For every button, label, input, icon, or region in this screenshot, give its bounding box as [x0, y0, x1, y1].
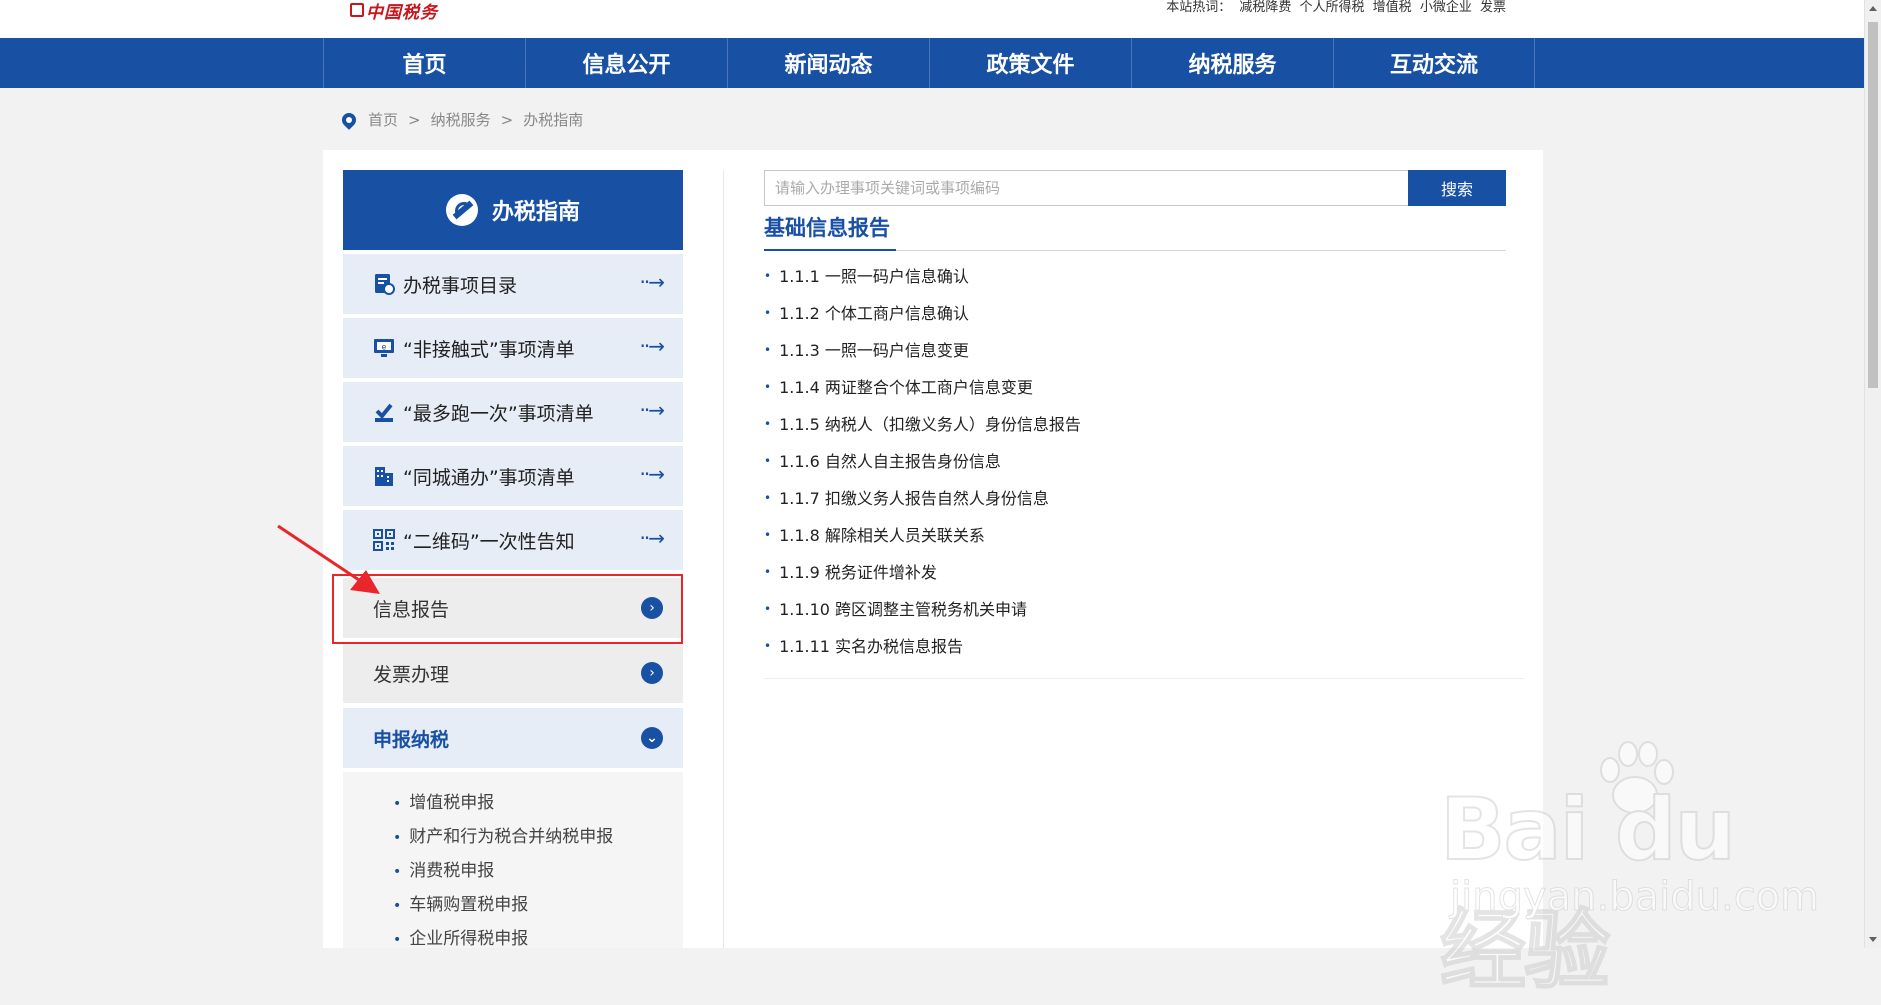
check-stamp-icon	[375, 403, 393, 422]
list-item[interactable]: 1.1.9 税务证件增补发	[764, 559, 937, 583]
content-bottom-divider	[764, 678, 1524, 679]
arrow-right-icon: ··→	[639, 526, 666, 550]
nav-item-info-disclosure[interactable]: 信息公开	[525, 38, 727, 88]
list-item[interactable]: 1.1.4 两证整合个体工商户信息变更	[764, 374, 1033, 398]
list-item[interactable]: 1.1.10 跨区调整主管税务机关申请	[764, 596, 1027, 620]
sub-item-property-tax[interactable]: 财产和行为税合并纳税申报	[393, 822, 613, 847]
list-item[interactable]: 1.1.3 一照一码户信息变更	[764, 337, 969, 361]
section-title: 基础信息报告	[764, 216, 890, 240]
list-item[interactable]: 1.1.8 解除相关人员关联关系	[764, 522, 985, 546]
sidebar-item-label: 办税事项目录	[403, 274, 518, 297]
sidebar-item-label: “非接触式”事项清单	[403, 338, 575, 361]
sidebar-category-tax-filing[interactable]: 申报纳税 ⌄	[343, 708, 683, 768]
scroll-down-icon[interactable]	[1869, 937, 1877, 942]
nav-item-home[interactable]: 首页	[323, 38, 525, 88]
sidebar-item-run-once[interactable]: “最多跑一次”事项清单 ··→	[343, 382, 683, 442]
breadcrumb: 首页 > 纳税服务 > 办税指南	[339, 109, 584, 130]
sidebar-item-label: “最多跑一次”事项清单	[403, 402, 594, 425]
hot-word[interactable]: 个人所得税	[1300, 0, 1365, 15]
main-nav: 首页 信息公开 新闻动态 政策文件 纳税服务 互动交流	[0, 38, 1864, 88]
sub-item-vehicle-tax[interactable]: 车辆购置税申报	[393, 890, 528, 915]
search-button[interactable]: 搜索	[1408, 170, 1506, 206]
sidebar-item-label: “同城通办”事项清单	[403, 466, 575, 489]
sidebar-title-text: 办税指南	[491, 200, 580, 225]
search-input[interactable]	[764, 170, 1409, 206]
arrow-right-icon: ··→	[639, 270, 666, 294]
breadcrumb-current: 办税指南	[523, 111, 584, 129]
page-scrollbar[interactable]	[1864, 0, 1881, 948]
sub-item-consumption-tax[interactable]: 消费税申报	[393, 856, 494, 881]
category-label: 申报纳税	[373, 728, 450, 751]
building-icon	[375, 467, 393, 486]
logo-mark-icon	[350, 3, 364, 17]
hot-words: 本站热词： 减税降费 个人所得税 增值税 小微企业 发票	[1162, 0, 1506, 16]
sidebar-item-same-city[interactable]: “同城通办”事项清单 ··→	[343, 446, 683, 506]
hot-word[interactable]: 发票	[1480, 0, 1506, 15]
hot-word[interactable]: 小微企业	[1420, 0, 1472, 15]
section-divider	[764, 249, 1506, 251]
hot-words-label: 本站热词：	[1166, 0, 1232, 15]
monitor-icon: e	[374, 339, 394, 357]
catalog-icon	[375, 274, 395, 295]
list-item[interactable]: 1.1.5 纳税人（扣缴义务人）身份信息报告	[764, 411, 1081, 435]
sidebar-category-invoice[interactable]: 发票办理 ›	[343, 643, 683, 703]
arrow-right-icon: ··→	[639, 334, 666, 358]
nav-item-policy[interactable]: 政策文件	[929, 38, 1131, 88]
sidebar-title: 办税指南	[343, 170, 683, 250]
sidebar-item-qrcode[interactable]: “二维码”一次性告知 ··→	[343, 510, 683, 570]
watermark-url: jingyan.baidu.com	[1449, 874, 1820, 921]
list-item[interactable]: 1.1.6 自然人自主报告身份信息	[764, 448, 1001, 472]
breadcrumb-home[interactable]: 首页	[368, 109, 398, 130]
location-pin-icon	[339, 109, 359, 130]
breadcrumb-separator: >	[408, 110, 421, 129]
site-logo[interactable]: 中国税务	[350, 0, 438, 23]
list-item[interactable]: 1.1.7 扣缴义务人报告自然人身份信息	[764, 485, 1049, 509]
breadcrumb-separator: >	[500, 110, 514, 129]
sub-item-vat[interactable]: 增值税申报	[393, 788, 494, 813]
main-container: 办税指南 办税事项目录 ··→ e “非接触式”事项清单 ··→ “最多跑一次”…	[323, 150, 1543, 949]
sidebar-item-contactless[interactable]: e “非接触式”事项清单 ··→	[343, 318, 683, 378]
sub-item-corporate-tax[interactable]: 企业所得税申报	[393, 924, 528, 949]
top-bar: 中国税务 本站热词： 减税降费 个人所得税 增值税 小微企业 发票	[0, 0, 1864, 38]
breadcrumb-tax-service[interactable]: 纳税服务	[431, 109, 491, 130]
arrow-right-icon: ··→	[639, 462, 666, 486]
sidebar-item-catalog[interactable]: 办税事项目录 ··→	[343, 254, 683, 314]
watermark: Bai du 经验 jingyan.baidu.com	[1439, 740, 1840, 1002]
column-divider	[723, 170, 724, 948]
nav-item-interaction[interactable]: 互动交流	[1333, 38, 1535, 88]
sidebar-item-label: “二维码”一次性告知	[403, 530, 575, 553]
sub-menu: 增值税申报 财产和行为税合并纳税申报 消费税申报 车辆购置税申报 企业所得税申报	[343, 772, 683, 949]
annotation-arrow-icon	[277, 524, 380, 594]
chevron-right-icon: ›	[641, 662, 663, 684]
category-label: 发票办理	[373, 663, 450, 686]
list-item[interactable]: 1.1.11 实名办税信息报告	[764, 633, 963, 657]
guide-logo-icon	[445, 194, 478, 226]
list-item[interactable]: 1.1.2 个体工商户信息确认	[764, 300, 969, 324]
list-item[interactable]: 1.1.1 一照一码户信息确认	[764, 263, 969, 287]
svg-text:e: e	[382, 343, 387, 352]
chevron-down-icon: ⌄	[641, 727, 663, 749]
scrollbar-thumb[interactable]	[1868, 22, 1878, 388]
scroll-up-icon[interactable]	[1869, 6, 1877, 11]
hot-word[interactable]: 增值税	[1373, 0, 1412, 15]
logo-text: 中国税务	[366, 2, 438, 23]
hot-word[interactable]: 减税降费	[1239, 0, 1291, 15]
nav-item-tax-service[interactable]: 纳税服务	[1131, 38, 1333, 88]
nav-item-news[interactable]: 新闻动态	[727, 38, 929, 88]
arrow-right-icon: ··→	[639, 398, 666, 422]
